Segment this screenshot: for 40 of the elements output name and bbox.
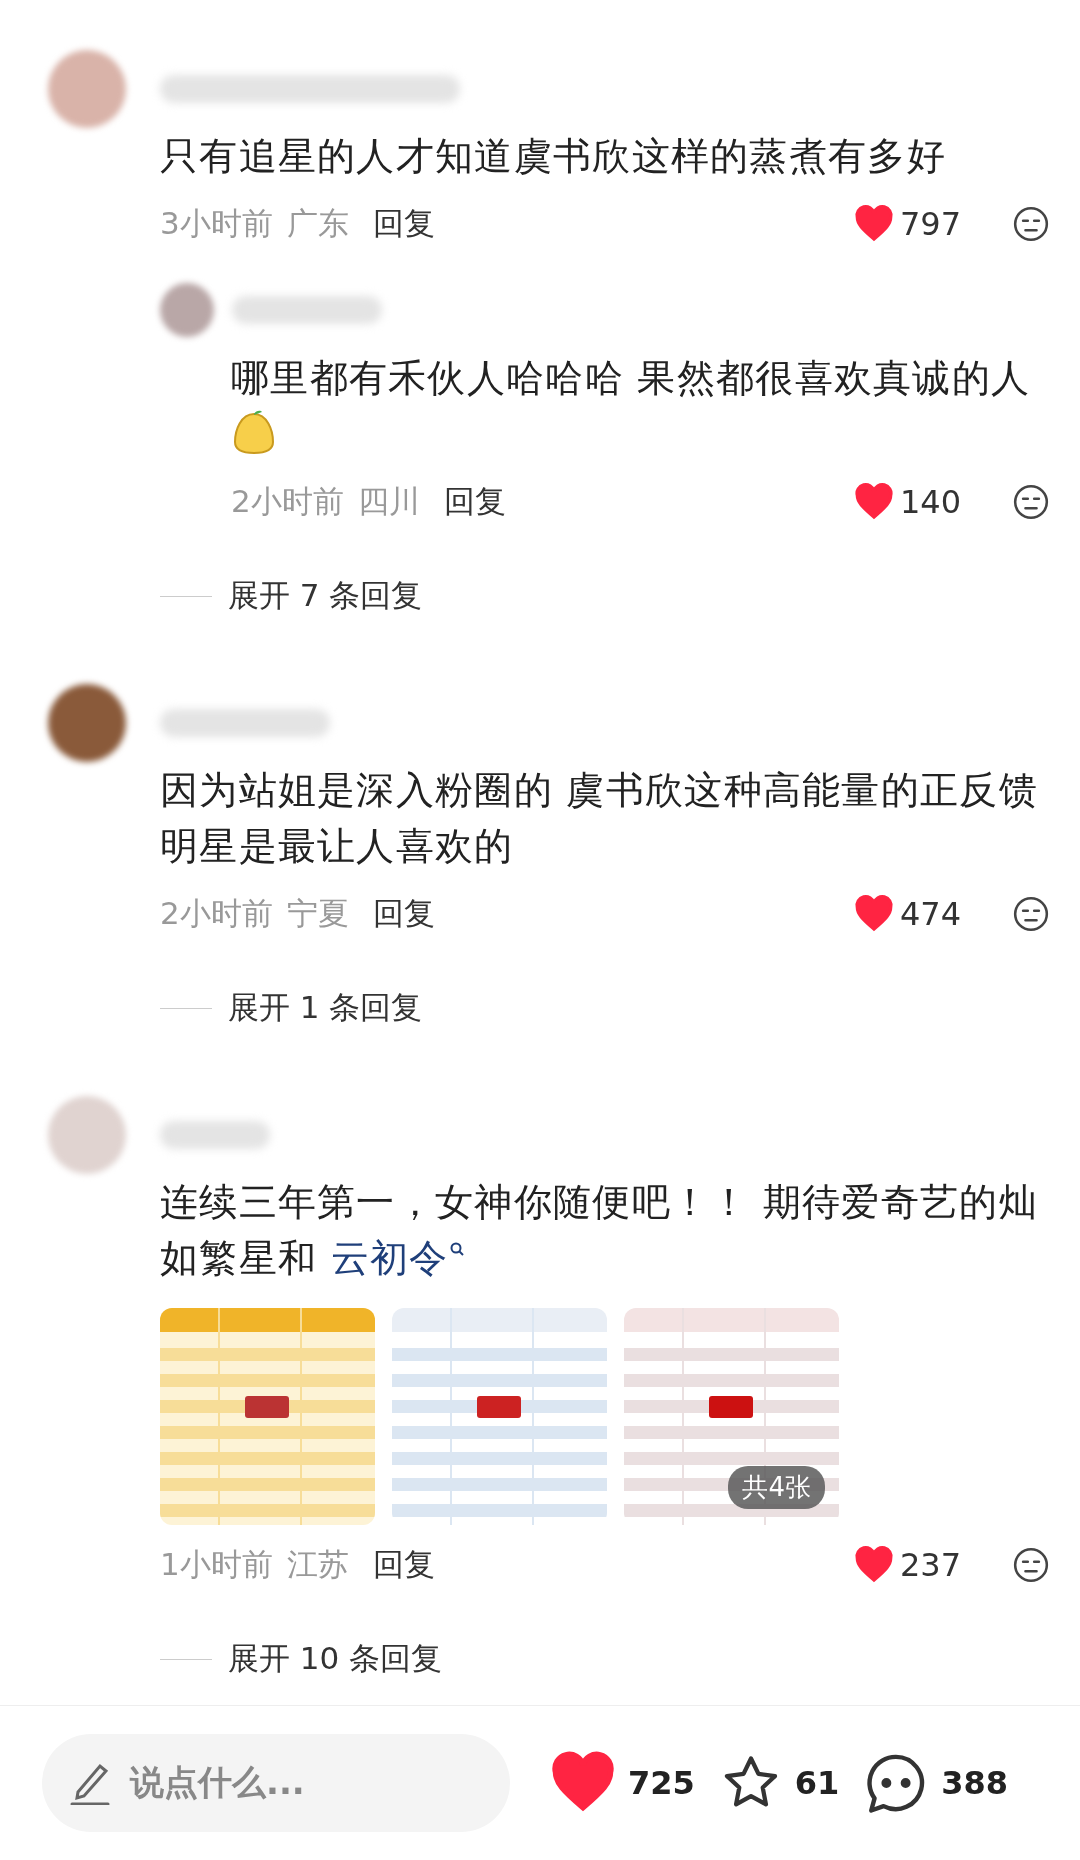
comment-text: 只有追星的人才知道虞书欣这样的蒸煮有多好 xyxy=(160,133,947,180)
location: 四川 xyxy=(357,482,420,521)
location: 江苏 xyxy=(286,1545,349,1584)
like-count: 725 xyxy=(628,1764,695,1802)
input-placeholder: 说点什么... xyxy=(130,1761,305,1804)
neutral-face-icon[interactable] xyxy=(1012,1546,1050,1584)
reply-button[interactable]: 回复 xyxy=(372,1544,435,1586)
heart-icon[interactable] xyxy=(854,1545,894,1585)
comment-text: 因为站姐是深入粉圈的 虞书欣这种高能量的正反馈明星是最让人喜欢的 xyxy=(160,767,1039,870)
neutral-face-icon[interactable] xyxy=(1012,483,1050,521)
expand-replies-button[interactable]: 展开 10 条回复 xyxy=(228,1638,443,1680)
heart-icon[interactable] xyxy=(854,482,894,522)
heart-icon[interactable] xyxy=(854,204,894,244)
expand-replies-button[interactable]: 展开 1 条回复 xyxy=(228,987,423,1029)
time: 3小时前 xyxy=(160,204,273,243)
comment-count: 388 xyxy=(941,1764,1009,1802)
pencil-icon xyxy=(70,1761,110,1805)
reply-button[interactable]: 回复 xyxy=(372,203,435,245)
reply-button[interactable]: 回复 xyxy=(372,893,435,935)
topic-link[interactable]: 云初令 xyxy=(330,1236,465,1280)
like-count: 474 xyxy=(900,895,962,933)
avatar[interactable] xyxy=(48,684,126,762)
reply-button[interactable]: 回复 xyxy=(443,481,506,523)
expand-replies-button[interactable]: 展开 7 条回复 xyxy=(228,575,423,617)
favorite-count: 61 xyxy=(794,1764,840,1802)
neutral-face-icon[interactable] xyxy=(1012,205,1050,243)
neutral-face-icon[interactable] xyxy=(1012,895,1050,933)
search-icon xyxy=(448,1241,465,1258)
like-count: 237 xyxy=(900,1546,962,1584)
like-count: 140 xyxy=(900,483,962,521)
comment-text: 连续三年第一，女神你随便吧！！ 期待爱奇艺的灿如繁星和 云初令 xyxy=(160,1179,1039,1282)
time: 1小时前 xyxy=(160,1545,273,1584)
location: 宁夏 xyxy=(286,894,349,933)
like-count: 797 xyxy=(900,205,962,243)
time: 2小时前 xyxy=(231,482,344,521)
image-count-badge: 共4张 xyxy=(728,1466,825,1509)
time: 2小时前 xyxy=(160,894,273,933)
location: 广东 xyxy=(286,204,349,243)
reply-text: 哪里都有禾伙人哈哈哈 果然都很喜欢真诚的人 xyxy=(231,355,1031,402)
heart-icon[interactable] xyxy=(854,894,894,934)
